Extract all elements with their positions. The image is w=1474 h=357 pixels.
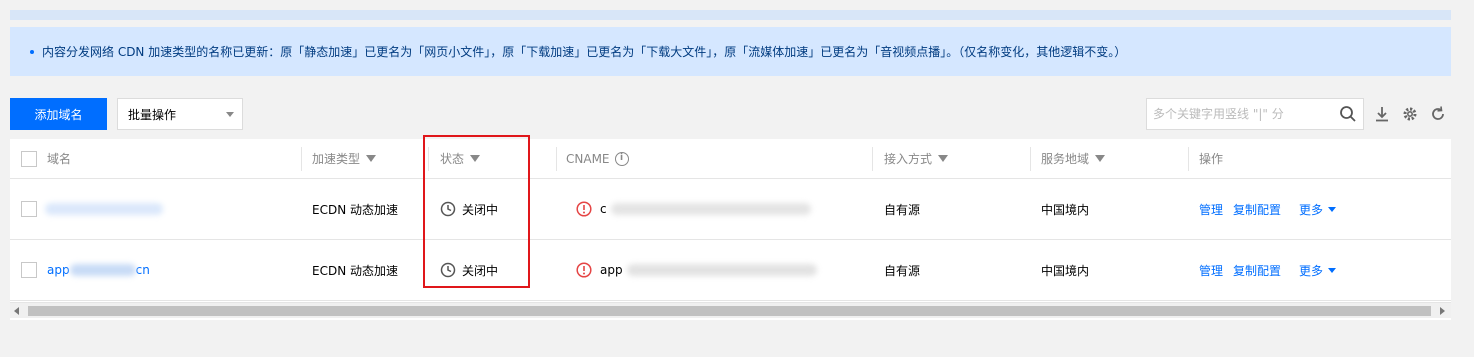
table-row: app cn ECDN 动态加速 关闭中 app 自有源 中国境内 管理 复制配… <box>10 240 1451 301</box>
cname-cell: c <box>576 179 811 239</box>
select-all-checkbox[interactable] <box>21 150 37 167</box>
search-icon[interactable] <box>1339 105 1357 123</box>
column-divider <box>1030 147 1031 171</box>
region-value: 中国境内 <box>1041 263 1090 278</box>
caret-down-icon <box>1328 267 1337 273</box>
region-value: 中国境内 <box>1041 202 1090 217</box>
column-divider <box>872 147 873 171</box>
column-divider <box>556 147 557 171</box>
bullet-dot <box>30 49 34 54</box>
copy-config-link[interactable]: 复制配置 <box>1233 262 1281 279</box>
top-banner-strip <box>10 10 1451 20</box>
redacted-cname <box>610 203 811 215</box>
copy-config-link[interactable]: 复制配置 <box>1233 201 1281 218</box>
chevron-down-icon <box>226 112 234 117</box>
search-input[interactable] <box>1153 107 1333 121</box>
batch-operations-select[interactable]: 批量操作 <box>117 98 243 130</box>
status-column-highlight <box>423 135 530 288</box>
column-divider <box>301 147 302 171</box>
column-divider <box>1188 147 1189 171</box>
horizontal-scrollbar[interactable] <box>10 302 1451 318</box>
redacted-domain <box>69 264 136 276</box>
header-access[interactable]: 接入方式 <box>884 139 949 178</box>
toolbar: 添加域名 批量操作 <box>10 98 1451 130</box>
header-cname: CNAME i <box>566 139 629 178</box>
access-value: 自有源 <box>884 202 921 217</box>
cname-value: app <box>600 263 623 277</box>
domain-link[interactable]: app cn <box>47 240 150 300</box>
redacted-cname <box>626 264 817 276</box>
scroll-right-icon[interactable] <box>1440 307 1445 315</box>
domain-link[interactable] <box>45 179 163 239</box>
access-value: 自有源 <box>884 263 921 278</box>
download-icon[interactable] <box>1373 105 1391 123</box>
more-dropdown[interactable]: 更多 <box>1299 201 1337 218</box>
gear-icon[interactable] <box>1401 105 1419 123</box>
manage-link[interactable]: 管理 <box>1199 201 1223 218</box>
warning-circle-icon[interactable] <box>576 262 592 278</box>
cname-value: c <box>600 202 607 216</box>
notice-banner: 内容分发网络 CDN 加速类型的名称已更新：原「静态加速」已更名为「网页小文件」… <box>10 27 1451 76</box>
table-header: 域名 加速类型 状态 CNAME i 接入方式 服务地域 操作 <box>10 139 1451 179</box>
refresh-icon[interactable] <box>1429 105 1447 123</box>
header-domain: 域名 <box>47 152 72 166</box>
search-box <box>1146 98 1364 130</box>
row-checkbox[interactable] <box>21 201 37 217</box>
header-accel-type[interactable]: 加速类型 <box>312 139 377 178</box>
filter-icon[interactable] <box>1095 155 1106 162</box>
warning-circle-icon[interactable] <box>576 201 592 217</box>
header-region[interactable]: 服务地域 <box>1041 139 1106 178</box>
cname-cell: app <box>576 240 817 300</box>
accel-type-value: ECDN 动态加速 <box>312 202 398 217</box>
row-checkbox[interactable] <box>21 262 37 278</box>
notice-text: 内容分发网络 CDN 加速类型的名称已更新：原「静态加速」已更名为「网页小文件」… <box>42 45 1127 59</box>
scrollbar-thumb[interactable] <box>28 306 1431 316</box>
table-row: ECDN 动态加速 关闭中 c 自有源 中国境内 管理 复制配置 更多 <box>10 179 1451 240</box>
filter-icon[interactable] <box>938 155 949 162</box>
more-dropdown[interactable]: 更多 <box>1299 262 1337 279</box>
manage-link[interactable]: 管理 <box>1199 262 1223 279</box>
redacted-domain <box>45 203 163 215</box>
accel-type-value: ECDN 动态加速 <box>312 263 398 278</box>
caret-down-icon <box>1328 206 1337 212</box>
filter-icon[interactable] <box>366 155 377 162</box>
header-ops: 操作 <box>1199 152 1224 166</box>
scroll-left-icon[interactable] <box>14 307 19 315</box>
info-icon[interactable]: i <box>614 151 629 166</box>
ops-cell: 管理 复制配置 更多 <box>1199 240 1337 300</box>
domain-table: 域名 加速类型 状态 CNAME i 接入方式 服务地域 操作 ECDN 动态加速… <box>10 139 1451 320</box>
ops-cell: 管理 复制配置 更多 <box>1199 179 1337 239</box>
add-domain-button[interactable]: 添加域名 <box>10 98 107 130</box>
batch-operations-label: 批量操作 <box>128 107 177 122</box>
